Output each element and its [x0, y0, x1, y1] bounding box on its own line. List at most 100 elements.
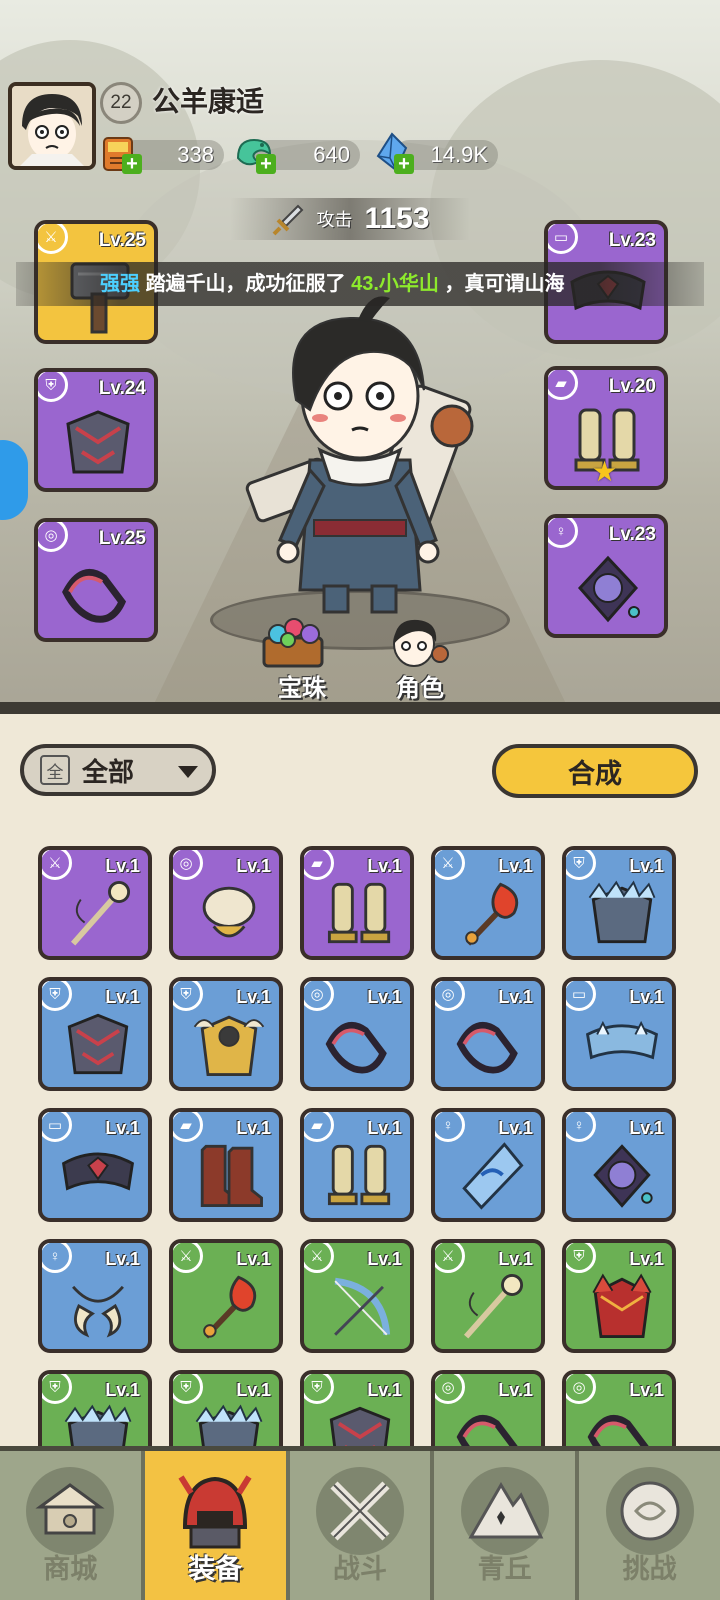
- item-level: Lv.25: [98, 230, 146, 251]
- add-crystal-button[interactable]: +: [394, 154, 414, 174]
- item-level: Lv.1: [105, 1118, 140, 1138]
- announcement-player: 强强: [100, 273, 140, 295]
- player-avatar[interactable]: [8, 82, 96, 170]
- attack-power-bar: 攻击 1153: [230, 198, 470, 240]
- filter-box-label: 全: [40, 755, 70, 785]
- item-level: Lv.1: [367, 987, 402, 1007]
- item-level: Lv.1: [236, 1249, 271, 1269]
- bracer-gold-icon: [202, 886, 256, 938]
- inventory-item-fire-staff[interactable]: ⚔ Lv.1: [431, 846, 545, 960]
- player-face-icon: [12, 86, 92, 166]
- side-tab-button[interactable]: [0, 440, 28, 520]
- inventory-item-horn-amulet[interactable]: ♀ Lv.1: [38, 1239, 152, 1353]
- inventory-item-belt[interactable]: ▭ Lv.1: [38, 1108, 152, 1222]
- challenge-orb-icon: [605, 1467, 694, 1555]
- inventory-item-ice-armor[interactable]: ⛨ Lv.1: [169, 1370, 283, 1446]
- boots-icon: [327, 1144, 391, 1206]
- inventory-item-chestplate[interactable]: ⛨ Lv.1: [300, 1370, 414, 1446]
- nav-tab-3[interactable]: 青丘: [434, 1451, 580, 1600]
- equipped-slot-bracer[interactable]: ◎ Lv.25: [34, 518, 158, 642]
- gold-armor-icon: [193, 1015, 265, 1077]
- boots-icon: ▰: [173, 1112, 203, 1142]
- inventory-item-chestplate[interactable]: ⛨ Lv.1: [38, 977, 152, 1091]
- nav-tab-label: 商城: [43, 1554, 98, 1584]
- nav-tab-2[interactable]: 战斗: [290, 1451, 435, 1600]
- bracer-icon: [62, 568, 127, 623]
- inventory-item-ice-armor[interactable]: ⛨ Lv.1: [562, 846, 676, 960]
- inventory-item-ice-belt[interactable]: ▭ Lv.1: [562, 977, 676, 1091]
- nav-tab-0[interactable]: 商城: [0, 1451, 145, 1600]
- dropdown-arrow-icon: [178, 766, 198, 778]
- inventory-item-bracer[interactable]: ◎ Lv.1: [562, 1370, 676, 1446]
- hero-character[interactable]: [240, 290, 480, 620]
- inventory-item-bow[interactable]: ⚔ Lv.1: [300, 1239, 414, 1353]
- belt-icon: ▭: [566, 981, 596, 1011]
- bracer-icon: ◎: [435, 1374, 465, 1404]
- player-level-badge: 22: [100, 82, 142, 124]
- boots-icon: ▰: [304, 850, 334, 880]
- item-level: Lv.1: [367, 856, 402, 876]
- item-level: Lv.1: [367, 1380, 402, 1400]
- sword-icon: ⚔: [435, 850, 465, 880]
- item-level: Lv.1: [629, 1249, 664, 1269]
- add-jade-button[interactable]: +: [256, 154, 276, 174]
- bracer-icon: ◎: [435, 981, 465, 1011]
- inventory-item-red-armor[interactable]: ⛨ Lv.1: [562, 1239, 676, 1353]
- inventory-item-ice-amulet[interactable]: ♀ Lv.1: [431, 1108, 545, 1222]
- inventory-item-bracer[interactable]: ◎ Lv.1: [300, 977, 414, 1091]
- announcement-text: 踏遍千山，成功征服了: [145, 273, 346, 295]
- boots-icon: [327, 882, 391, 944]
- equipped-slot-boots[interactable]: ▰ Lv.20 ★: [544, 366, 668, 490]
- gems-button[interactable]: 宝珠: [278, 668, 326, 703]
- inventory-item-red-boots[interactable]: ▰ Lv.1: [169, 1108, 283, 1222]
- nav-tab-label: 装备: [188, 1554, 243, 1584]
- armor-icon: ⛨: [173, 1374, 203, 1404]
- inventory-item-fire-staff[interactable]: ⚔ Lv.1: [169, 1239, 283, 1353]
- belt-icon: ▭: [548, 224, 578, 254]
- bracer-icon: ◎: [38, 522, 68, 552]
- nav-tab-label: 战斗: [332, 1554, 387, 1584]
- nav-tab-1[interactable]: 装备: [144, 1451, 290, 1600]
- add-ticket-button[interactable]: +: [122, 154, 142, 174]
- item-level: Lv.1: [236, 987, 271, 1007]
- item-level: Lv.23: [608, 524, 656, 545]
- bracer-icon: ◎: [566, 1374, 596, 1404]
- item-level: Lv.1: [498, 856, 533, 876]
- item-level: Lv.1: [498, 1118, 533, 1138]
- role-button[interactable]: 角色: [396, 668, 444, 703]
- bracer-icon: [456, 1021, 518, 1074]
- item-level: Lv.1: [629, 1118, 664, 1138]
- inventory-item-staff[interactable]: ⚔ Lv.1: [38, 846, 152, 960]
- armor-icon: ⛨: [566, 1243, 596, 1273]
- item-level: Lv.1: [236, 1118, 271, 1138]
- bottom-navigation: 商城 装备 战斗 青丘 挑战: [0, 1446, 720, 1600]
- ice-belt-icon: [585, 1020, 659, 1060]
- amulet-icon: [593, 1144, 653, 1208]
- inventory-item-boots[interactable]: ▰ Lv.1: [300, 846, 414, 960]
- red-boots-icon: [200, 1144, 263, 1208]
- red-armor-icon: [592, 1273, 652, 1339]
- attack-label: 攻击: [316, 210, 353, 230]
- equipped-slot-amulet[interactable]: ♀ Lv.23: [544, 514, 668, 638]
- amulet-icon: ♀: [435, 1112, 465, 1142]
- sword-icon: ⚔: [38, 224, 68, 254]
- inventory-item-boots[interactable]: ▰ Lv.1: [300, 1108, 414, 1222]
- inventory-item-amulet[interactable]: ♀ Lv.1: [562, 1108, 676, 1222]
- inventory-item-bracer[interactable]: ◎ Lv.1: [431, 1370, 545, 1446]
- item-level: Lv.1: [629, 1380, 664, 1400]
- nav-tab-label: 青丘: [477, 1554, 532, 1584]
- synthesize-button[interactable]: 合成: [492, 744, 698, 798]
- nav-tab-4[interactable]: 挑战: [579, 1451, 720, 1600]
- gem-chest-icon[interactable]: [258, 612, 328, 670]
- equipped-slot-chestplate[interactable]: ⛨ Lv.24: [34, 368, 158, 492]
- inventory-item-bracer[interactable]: ◎ Lv.1: [431, 977, 545, 1091]
- inventory-item-gold-armor[interactable]: ⛨ Lv.1: [169, 977, 283, 1091]
- inventory-item-ice-armor[interactable]: ⛨ Lv.1: [38, 1370, 152, 1446]
- inventory-item-staff[interactable]: ⚔ Lv.1: [431, 1239, 545, 1353]
- inventory-item-bracer-gold[interactable]: ◎ Lv.1: [169, 846, 283, 960]
- horn-amulet-icon: [72, 1285, 124, 1338]
- filter-dropdown[interactable]: 全 全部: [20, 744, 216, 796]
- boots-icon: ▰: [304, 1112, 334, 1142]
- role-character-icon[interactable]: [384, 614, 450, 672]
- item-level: Lv.25: [98, 528, 146, 549]
